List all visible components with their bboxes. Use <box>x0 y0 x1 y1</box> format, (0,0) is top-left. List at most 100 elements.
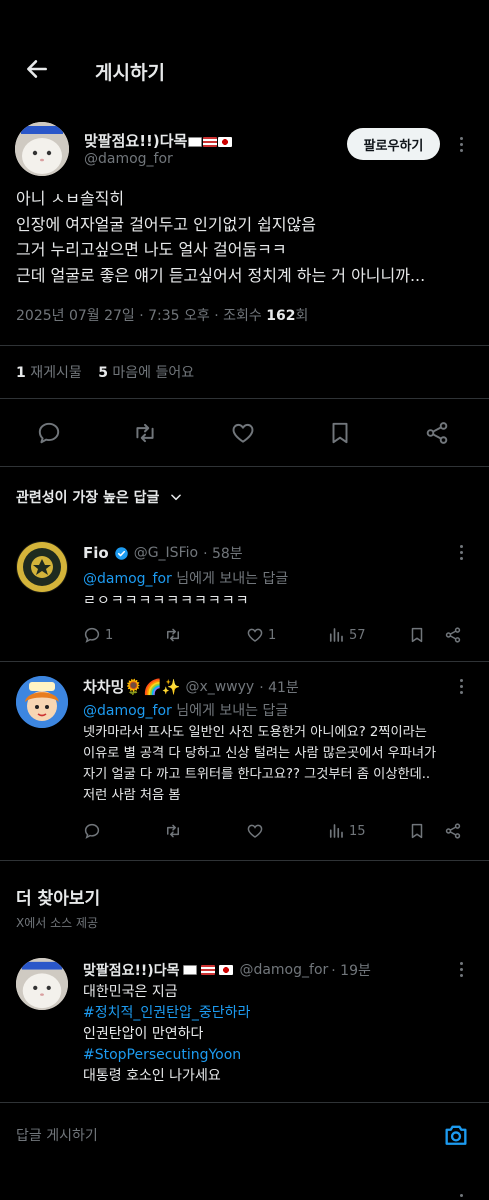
bookmark-button[interactable] <box>408 822 426 840</box>
usa-flag-icon <box>201 965 216 975</box>
explore-author-handle[interactable]: @damog_for <box>239 962 328 978</box>
post-timestamp: 2025년 07월 27일 · 7:35 오후 · 조회수 <box>16 308 267 324</box>
explore-time: · 19분 <box>331 963 371 979</box>
like-icon <box>247 628 263 642</box>
share-icon <box>445 627 461 643</box>
more-icon[interactable] <box>460 545 464 563</box>
reply-author-handle[interactable]: @x_wwyy <box>185 679 254 695</box>
japan-flag-icon <box>218 136 233 147</box>
camera-icon[interactable] <box>442 1121 470 1149</box>
back-arrow-icon[interactable] <box>24 56 50 82</box>
reply-text-line: 이유로 별 공격 다 당하고 신상 털려는 사람 많은곳에서 우파녀가 <box>83 746 437 761</box>
retweet-icon[interactable] <box>132 420 158 446</box>
reply-avatar[interactable] <box>16 676 68 728</box>
views-count: 57 <box>349 627 366 643</box>
explore-author-name[interactable]: 맞팔점요!!)다목 <box>83 960 179 980</box>
reply-author-handle[interactable]: @G_ISFio <box>134 545 198 561</box>
reply-to-label: 님에게 보내는 답글 <box>171 703 289 719</box>
japan-flag-icon <box>219 965 234 975</box>
retweet-button[interactable] <box>164 822 182 840</box>
divider <box>0 345 489 346</box>
reply-author-name[interactable]: Fio <box>83 544 109 562</box>
follow-button-label: 팔로우하기 <box>363 138 424 154</box>
reply-input[interactable] <box>16 1123 396 1149</box>
views-button[interactable]: 15 <box>327 822 366 840</box>
divider <box>0 661 489 662</box>
author-handle[interactable]: @damog_for <box>84 151 173 167</box>
share-icon[interactable] <box>424 420 450 446</box>
reply-to-label: 님에게 보내는 답글 <box>171 571 289 587</box>
divider <box>0 860 489 861</box>
more-icon[interactable] <box>460 962 464 980</box>
share-icon <box>445 823 461 839</box>
author-name[interactable]: 맞팔점요!!)다목 <box>84 130 233 151</box>
like-icon[interactable] <box>230 420 256 446</box>
reply-avatar[interactable] <box>16 541 68 593</box>
author-avatar[interactable] <box>15 122 69 176</box>
bookmark-icon[interactable] <box>327 420 353 446</box>
explore-title: 더 찾아보기 <box>16 889 101 909</box>
reply-mention-link[interactable]: @damog_for <box>83 703 172 719</box>
like-button[interactable]: 1 <box>246 626 276 644</box>
sort-dropdown[interactable]: 관련성이 가장 높은 답글 <box>16 487 183 507</box>
likes-count[interactable]: 5 <box>98 365 108 381</box>
like-button[interactable] <box>246 822 264 840</box>
follow-button[interactable]: 팔로우하기 <box>347 128 440 160</box>
bookmark-icon <box>411 823 423 839</box>
bookmark-icon <box>411 627 423 643</box>
likes-label[interactable]: 마음에 들어요 <box>112 365 194 381</box>
chevron-down-icon <box>169 490 183 504</box>
korea-flag-icon <box>183 965 198 975</box>
hashtag-link[interactable]: #StopPersecutingYoon <box>83 1045 250 1066</box>
post-line: 아니 ㅅㅂ솔직히 <box>16 189 125 208</box>
reply-text-line: 넷카마라서 프사도 일반인 사진 도용한거 아니에요? 2찍이라는 <box>83 725 427 740</box>
post-meta: 2025년 07월 27일 · 7:35 오후 · 조회수 162회 <box>16 305 308 325</box>
view-count-suffix: 회 <box>295 308 309 324</box>
like-count: 1 <box>268 627 277 643</box>
share-button[interactable] <box>444 822 462 840</box>
more-icon[interactable] <box>460 137 464 155</box>
reply-header: Fio @G_ISFio · 58분 <box>83 543 243 563</box>
reposts-count[interactable]: 1 <box>16 365 26 381</box>
reply-text-line: 자기 얼굴 다 까고 트위터를 한다고요?? 그것부터 좀 이상한데.. <box>83 767 431 782</box>
reply-icon <box>84 627 100 643</box>
reply-mention-link[interactable]: @damog_for <box>83 571 172 587</box>
post-line: 근데 얼굴로 좋은 얘기 듣고싶어서 정치계 하는 거 아니니까... <box>16 265 426 285</box>
sort-label: 관련성이 가장 높은 답글 <box>16 490 160 506</box>
like-icon <box>247 824 263 838</box>
view-count: 162 <box>266 308 296 324</box>
retweet-icon <box>167 628 179 642</box>
reply-text: ㄹㅇㅋㅋㅋㅋㅋㅋㅋㅋㅋㅋ <box>83 593 250 609</box>
reply-button[interactable] <box>83 822 101 840</box>
verified-badge-icon <box>114 546 129 561</box>
views-button[interactable]: 57 <box>327 626 366 644</box>
post-stats: 1 재게시물 5 마음에 들어요 <box>16 362 194 382</box>
more-icon[interactable] <box>460 1194 464 1200</box>
bookmark-button[interactable] <box>408 626 426 644</box>
reply-text-line: 저런 사람 처음 봄 <box>83 788 181 803</box>
explore-line: 대한민국은 지금 <box>83 984 178 1000</box>
hashtag-link[interactable]: #정치적_인권탄압_중단하라 <box>83 1003 250 1024</box>
reply-icon[interactable] <box>36 420 62 446</box>
reposts-label[interactable]: 재게시물 <box>30 365 82 381</box>
reply-text: 넷카마라서 프사도 일반인 사진 도용한거 아니에요? 2찍이라는 이유로 별 … <box>83 722 483 806</box>
reply-time: · 41분 <box>259 679 299 696</box>
reply-author-name[interactable]: 차차밍🌻🌈✨ <box>83 676 180 697</box>
explore-avatar[interactable] <box>16 958 68 1010</box>
share-button[interactable] <box>444 626 462 644</box>
reply-composer[interactable] <box>0 1103 489 1167</box>
post-text: 아니 ㅅㅂ솔직히 인장에 여자얼굴 걸어두고 인기없기 쉽지않음 그거 누리고싶… <box>16 186 425 288</box>
divider <box>0 466 489 467</box>
page-title: 게시하기 <box>95 62 165 84</box>
views-count: 15 <box>349 823 366 839</box>
post-line: 그거 누리고싶으면 나도 얼사 걸어둠ㅋㅋ <box>16 240 287 259</box>
reply-button[interactable]: 1 <box>83 626 113 644</box>
reply-time: · 58분 <box>203 546 243 562</box>
retweet-button[interactable] <box>164 626 182 644</box>
more-icon[interactable] <box>460 679 464 697</box>
divider <box>0 398 489 399</box>
explore-source: X에서 소스 제공 <box>16 916 99 930</box>
explore-line: 인권탄압이 만연하다 <box>83 1026 204 1042</box>
reply-to-line: @damog_for 님에게 보내는 답글 <box>83 700 288 720</box>
usa-flag-icon <box>203 136 218 147</box>
